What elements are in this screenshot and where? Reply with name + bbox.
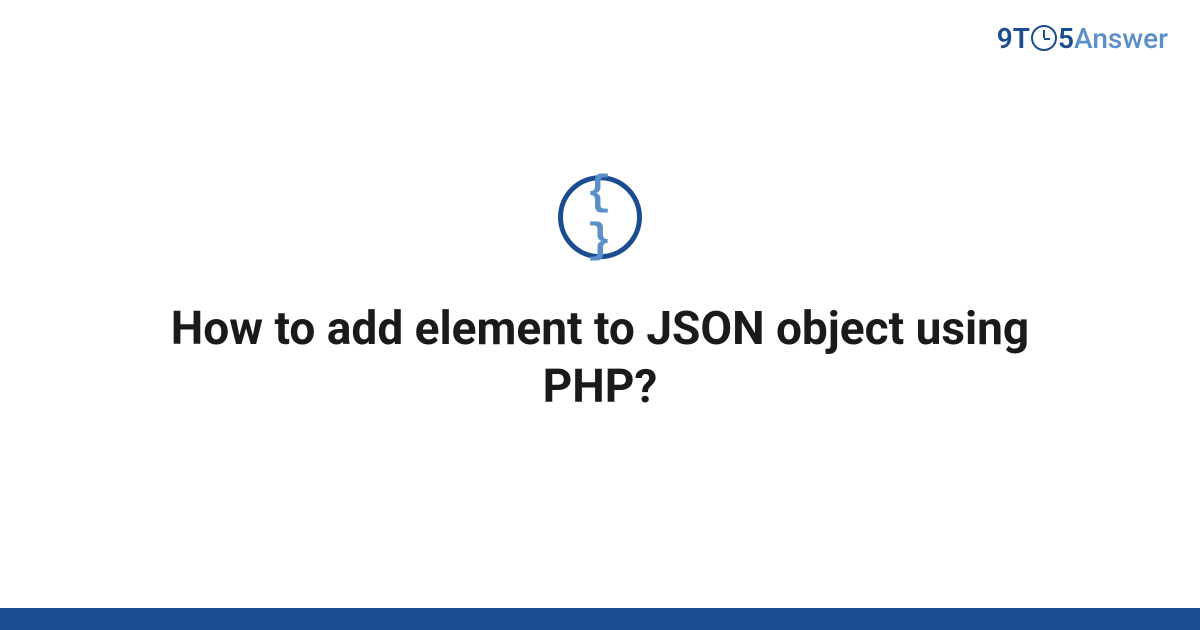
site-logo: 9T 5 Answer [997,22,1168,55]
logo-text-5: 5 [1058,22,1074,55]
logo-text-answer: Answer [1074,22,1168,55]
logo-text-9t: 9T [997,22,1030,55]
code-braces-icon: { } [563,169,637,265]
main-content: { } How to add element to JSON object us… [0,175,1200,416]
clock-icon [1031,25,1057,51]
question-title: How to add element to JSON object using … [150,301,1050,416]
topic-icon-container: { } [558,175,642,259]
footer-bar [0,608,1200,630]
